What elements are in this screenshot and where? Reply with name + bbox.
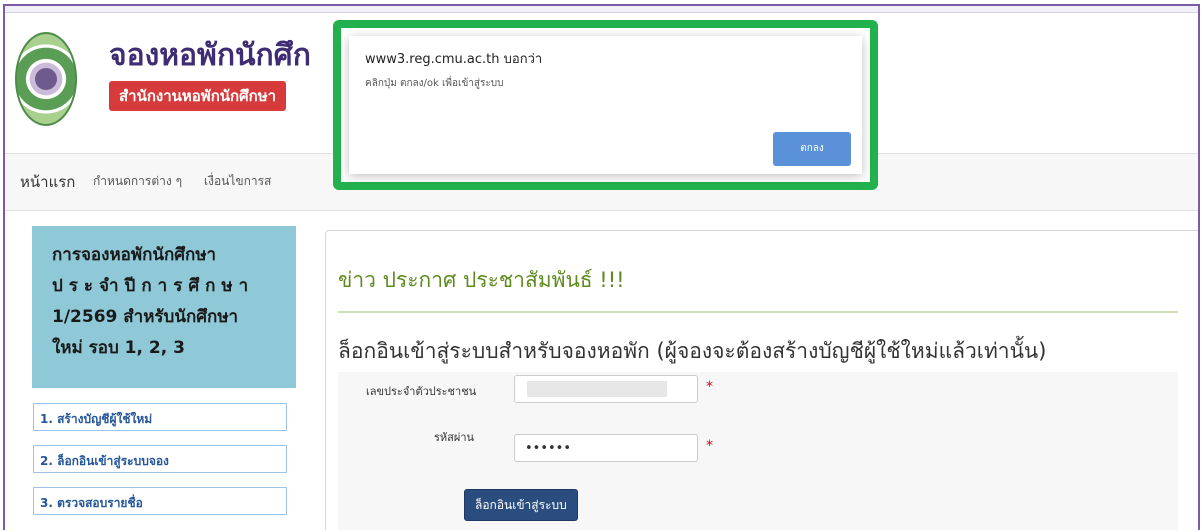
site-title: จองหอพักนักศึก bbox=[109, 38, 311, 73]
university-logo bbox=[15, 32, 77, 126]
main-panel: ข่าว ประกาศ ประชาสัมพันธ์ !!! ล็อกอินเข้… bbox=[325, 230, 1198, 530]
notice-line: 1/2569 สำหรับนักศึกษา bbox=[52, 307, 239, 327]
news-title: ข่าว ประกาศ ประชาสัมพันธ์ !!! bbox=[338, 268, 625, 292]
sidebar-link-create-account[interactable]: 1. สร้างบัญชีผู้ใช้ใหม่ bbox=[33, 403, 287, 431]
notice-line: การจองหอพักนักศึกษา bbox=[52, 245, 217, 265]
nav-conditions[interactable]: เงื่อนไขการส bbox=[204, 172, 271, 191]
login-button[interactable]: ล็อกอินเข้าสู่ระบบ bbox=[464, 489, 578, 521]
dialog-ok-button[interactable]: ตกลง bbox=[773, 132, 851, 166]
dialog-highlight: www3.reg.cmu.ac.th บอกว่า คลิกปุ่ม ตกลง/… bbox=[333, 20, 878, 190]
nav-schedule[interactable]: กำหนดการต่าง ๆ bbox=[93, 172, 182, 191]
login-heading: ล็อกอินเข้าสู่ระบบสำหรับจองหอพัก (ผู้จอง… bbox=[338, 339, 1047, 363]
notice-line: ประจำปีการศึกษา bbox=[52, 276, 255, 296]
required-mark: * bbox=[706, 379, 713, 395]
required-mark: * bbox=[706, 438, 713, 454]
nav-home[interactable]: หน้าแรก bbox=[20, 170, 75, 194]
sidebar-link-check-names[interactable]: 3. ตรวจสอบรายชื่อ bbox=[33, 487, 287, 515]
site-subtitle: สำนักงานหอพักนักศึกษา bbox=[109, 81, 287, 111]
sidebar-link-login[interactable]: 2. ล็อกอินเข้าสู่ระบบจอง bbox=[33, 445, 287, 473]
id-label: เลขประจำตัวประชาชน bbox=[366, 385, 477, 398]
dialog-message: คลิกปุ่ม ตกลง/ok เพื่อเข้าสู่ระบบ bbox=[365, 78, 504, 89]
notice-line: ใหม่ รอบ 1, 2, 3 bbox=[52, 338, 185, 358]
browser-viewport: จองหอพักนักศึก สำนักงานหอพักนักศึกษา หน้… bbox=[3, 4, 1200, 530]
password-input[interactable]: •••••• bbox=[514, 434, 698, 462]
alert-dialog: www3.reg.cmu.ac.th บอกว่า คลิกปุ่ม ตกลง/… bbox=[349, 36, 862, 174]
password-label: รหัสผ่าน bbox=[434, 431, 475, 444]
id-input[interactable] bbox=[514, 375, 698, 403]
dialog-origin: www3.reg.cmu.ac.th บอกว่า bbox=[365, 52, 543, 67]
top-strip bbox=[5, 6, 1198, 13]
sidebar-notice: การจองหอพักนักศึกษา ประจำปีการศึกษา 1/25… bbox=[32, 226, 296, 388]
divider bbox=[338, 311, 1178, 313]
masked-value bbox=[527, 381, 667, 397]
